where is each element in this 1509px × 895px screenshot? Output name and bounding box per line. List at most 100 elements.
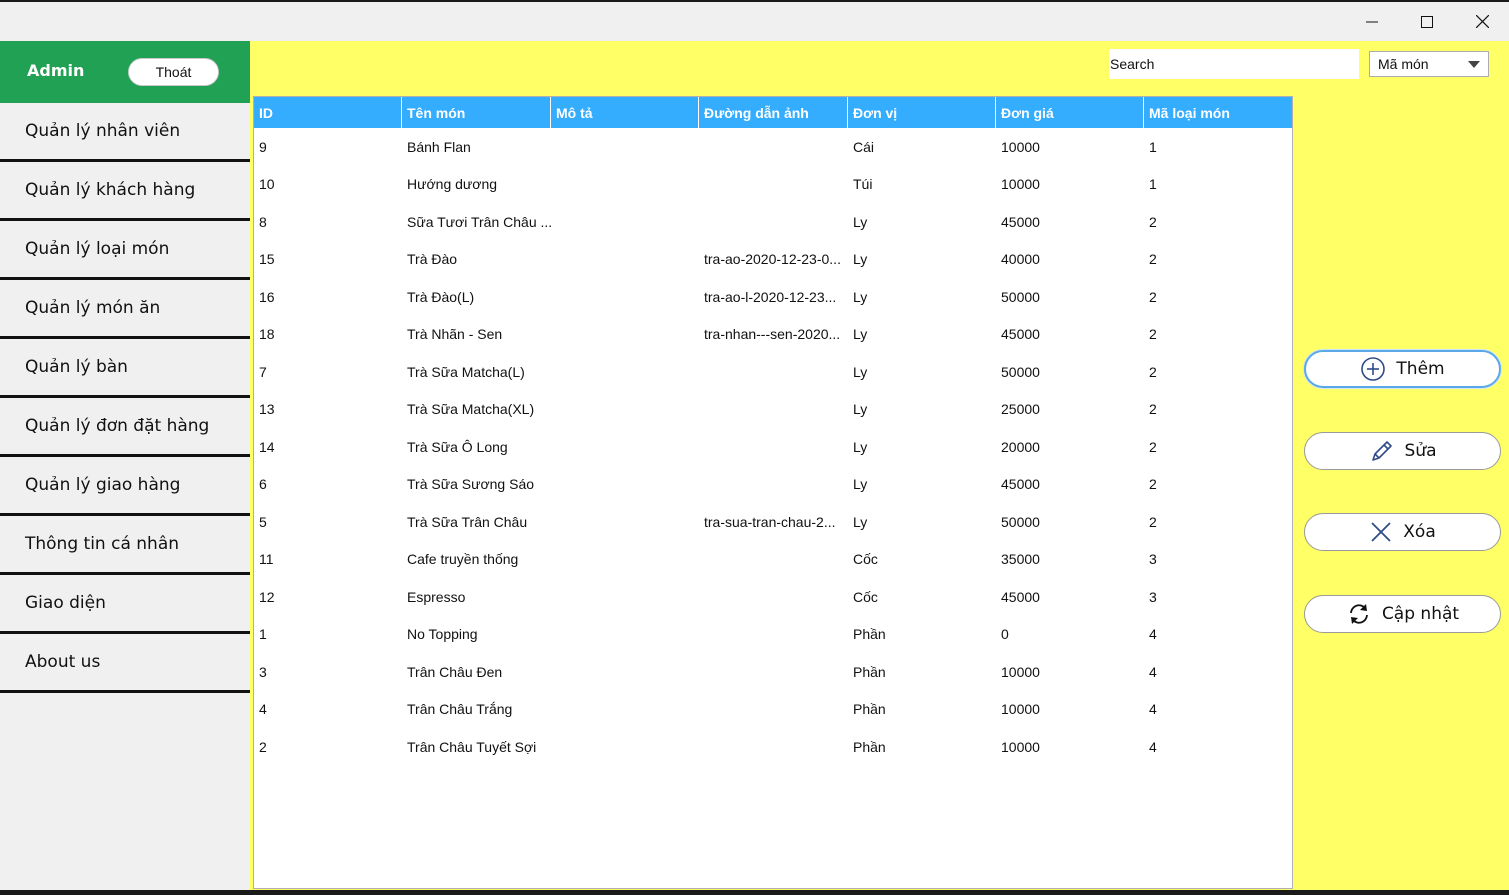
cell-id: 4 <box>259 701 267 718</box>
cell-description <box>551 166 699 204</box>
refresh-icon <box>1346 601 1372 627</box>
sidebar-item-label: Quản lý đơn đặt hàng <box>25 416 210 436</box>
table-row[interactable]: 15 Trà Đào tra-ao-2020-12-23-0... Ly 40000 2 <box>254 241 1292 279</box>
search-filter-select[interactable]: Mã món <box>1369 51 1489 77</box>
cell-image-path: tra-ao-l-2020-12-23... <box>704 288 837 305</box>
cell-unit: Ly <box>853 476 868 493</box>
cell-name: Trà Đào <box>407 251 458 268</box>
delete-button-label: Xóa <box>1403 522 1436 542</box>
maximize-button[interactable] <box>1400 2 1454 41</box>
cell-category-id: 3 <box>1149 551 1157 568</box>
table-row[interactable]: 5 Trà Sữa Trân Châu tra-sua-tran-chau-2...… <box>254 503 1292 541</box>
edit-button[interactable]: Sửa <box>1304 432 1501 470</box>
column-header-id[interactable]: ID <box>254 97 402 128</box>
sidebar-item-tables[interactable]: Quản lý bàn <box>0 339 250 398</box>
minimize-icon <box>1366 16 1378 28</box>
pencil-icon <box>1369 438 1395 464</box>
refresh-button[interactable]: Cập nhật <box>1304 595 1501 633</box>
sidebar-item-label: Quản lý loại món <box>25 239 170 259</box>
delete-button[interactable]: Xóa <box>1304 513 1501 551</box>
sidebar-item-label: Quản lý bàn <box>25 357 128 377</box>
cell-id: 15 <box>259 251 275 268</box>
cell-image-path: tra-sua-tran-chau-2... <box>704 513 836 530</box>
cell-category-id: 3 <box>1149 588 1157 605</box>
cell-category-id: 4 <box>1149 663 1157 680</box>
table-row[interactable]: 11 Cafe truyền thống Cốc 35000 3 <box>254 541 1292 579</box>
sidebar-item-orders[interactable]: Quản lý đơn đặt hàng <box>0 398 250 457</box>
sidebar-item-about[interactable]: About us <box>0 634 250 693</box>
cell-price: 50000 <box>1001 363 1040 380</box>
minimize-button[interactable] <box>1345 2 1399 41</box>
table-row[interactable]: 1 No Topping Phần 0 4 <box>254 616 1292 654</box>
cell-description <box>551 203 699 241</box>
cell-price: 50000 <box>1001 288 1040 305</box>
table-row[interactable]: 9 Bánh Flan Cái 10000 1 <box>254 128 1292 166</box>
cell-unit: Cốc <box>853 588 878 605</box>
cell-unit: Ly <box>853 251 868 268</box>
sidebar-item-customers[interactable]: Quản lý khách hàng <box>0 162 250 221</box>
cell-name: Trà Sữa Trân Châu <box>407 513 528 530</box>
logout-button[interactable]: Thoát <box>128 58 219 86</box>
table-row[interactable]: 4 Trân Châu Trắng Phần 10000 4 <box>254 691 1292 729</box>
cell-price: 45000 <box>1001 476 1040 493</box>
sidebar-item-delivery[interactable]: Quản lý giao hàng <box>0 457 250 516</box>
table-row[interactable]: 2 Trân Châu Tuyết Sợi Phần 10000 4 <box>254 728 1292 766</box>
column-header-name[interactable]: Tên món <box>402 97 551 128</box>
cell-unit: Ly <box>853 401 868 418</box>
cell-image-path <box>699 128 848 166</box>
dishes-table[interactable]: ID Tên món Mô tả Đường dẫn ảnh Đơn vị Đơ… <box>253 96 1293 889</box>
cell-image-path <box>699 728 848 766</box>
cell-category-id: 2 <box>1149 326 1157 343</box>
plus-circle-icon <box>1360 356 1386 382</box>
table-row[interactable]: 7 Trà Sữa Matcha(L) Ly 50000 2 <box>254 353 1292 391</box>
table-row[interactable]: 16 Trà Đào(L) tra-ao-l-2020-12-23... Ly 5000… <box>254 278 1292 316</box>
cell-category-id: 2 <box>1149 251 1157 268</box>
table-row[interactable]: 14 Trà Sữa Ô Long Ly 20000 2 <box>254 428 1292 466</box>
table-row[interactable]: 6 Trà Sữa Sương Sáo Ly 45000 2 <box>254 466 1292 504</box>
cell-image-path <box>699 203 848 241</box>
column-header-description[interactable]: Mô tả <box>551 97 699 128</box>
cell-category-id: 2 <box>1149 438 1157 455</box>
cell-category-id: 2 <box>1149 288 1157 305</box>
table-row[interactable]: 8 Sữa Tươi Trân Châu ... Ly 45000 2 <box>254 203 1292 241</box>
search-input[interactable] <box>1109 49 1359 79</box>
cell-description <box>551 278 699 316</box>
table-row[interactable]: 18 Trà Nhãn - Sen tra-nhan---sen-2020... Ly… <box>254 316 1292 354</box>
column-header-unit[interactable]: Đơn vị <box>848 97 996 128</box>
table-row[interactable]: 12 Espresso Cốc 45000 3 <box>254 578 1292 616</box>
column-header-image-path[interactable]: Đường dẫn ảnh <box>699 97 848 128</box>
table-row[interactable]: 13 Trà Sữa Matcha(XL) Ly 25000 2 <box>254 391 1292 429</box>
cell-unit: Phần <box>853 701 886 718</box>
table-row[interactable]: 3 Trân Châu Đen Phần 10000 4 <box>254 653 1292 691</box>
column-header-category-id[interactable]: Mã loại món <box>1144 97 1292 128</box>
cell-image-path <box>699 428 848 466</box>
cell-unit: Cái <box>853 138 875 155</box>
sidebar-item-label: Quản lý món ăn <box>25 298 161 318</box>
cell-description <box>551 353 699 391</box>
cell-category-id: 2 <box>1149 213 1157 230</box>
cell-image-path <box>699 466 848 504</box>
cell-price: 25000 <box>1001 401 1040 418</box>
search-filter-value: Mã món <box>1378 56 1429 72</box>
sidebar-item-employees[interactable]: Quản lý nhân viên <box>0 103 250 162</box>
close-button[interactable] <box>1455 2 1509 41</box>
sidebar-item-profile[interactable]: Thông tin cá nhân <box>0 516 250 575</box>
sidebar-item-dishes[interactable]: Quản lý món ăn <box>0 280 250 339</box>
cell-id: 2 <box>259 738 267 755</box>
cell-name: Trân Châu Trắng <box>407 701 513 718</box>
sidebar-item-categories[interactable]: Quản lý loại món <box>0 221 250 280</box>
sidebar-item-appearance[interactable]: Giao diện <box>0 575 250 634</box>
sidebar: Admin Thoát Quản lý nhân viên Quản lý kh… <box>0 41 250 890</box>
cell-name: No Topping <box>407 626 478 643</box>
main-panel: Mã món ID Tên món Mô tả Đường dẫn ảnh Đơ… <box>250 41 1509 890</box>
add-button[interactable]: Thêm <box>1304 350 1501 388</box>
cell-image-path <box>699 353 848 391</box>
cell-unit: Ly <box>853 288 868 305</box>
table-row[interactable]: 10 Hướng dương Túi 10000 1 <box>254 166 1292 204</box>
cell-name: Trà Nhãn - Sen <box>407 326 503 343</box>
cell-description <box>551 241 699 279</box>
cell-unit: Ly <box>853 438 868 455</box>
cell-unit: Ly <box>853 363 868 380</box>
column-header-price[interactable]: Đơn giá <box>996 97 1144 128</box>
cell-name: Trà Sữa Ô Long <box>407 438 508 455</box>
